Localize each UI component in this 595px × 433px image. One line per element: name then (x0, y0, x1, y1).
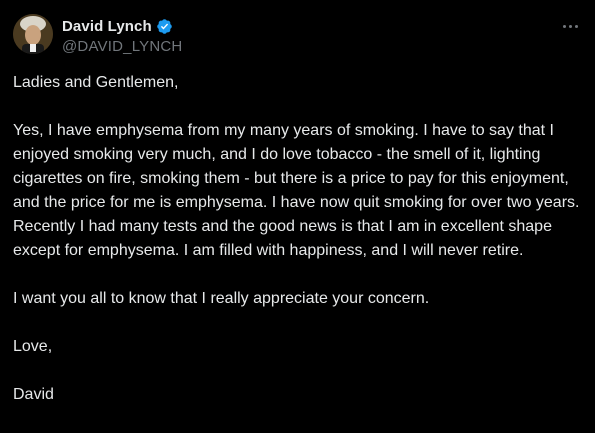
more-options-button[interactable] (558, 16, 582, 36)
author-block: David Lynch @DAVID_LYNCH (62, 16, 182, 56)
name-row: David Lynch (62, 16, 182, 36)
handle[interactable]: @DAVID_LYNCH (62, 38, 182, 55)
post: David Lynch @DAVID_LYNCH Ladies and Gent… (0, 0, 595, 433)
verified-badge-icon[interactable] (156, 18, 173, 35)
avatar[interactable] (13, 14, 53, 54)
post-text: Ladies and Gentlemen, Yes, I have emphys… (13, 71, 585, 407)
post-paragraph: Ladies and Gentlemen, (13, 74, 179, 91)
post-paragraph: Love, (13, 338, 53, 355)
avatar-image (13, 14, 53, 54)
post-paragraph: Yes, I have emphysema from my many years… (13, 122, 580, 259)
post-paragraph: David (13, 386, 54, 403)
more-options-icon (562, 24, 566, 28)
display-name[interactable]: David Lynch (62, 18, 152, 35)
post-paragraph: I want you all to know that I really app… (13, 290, 430, 307)
more-options-icon (568, 24, 572, 28)
more-options-icon (574, 24, 578, 28)
